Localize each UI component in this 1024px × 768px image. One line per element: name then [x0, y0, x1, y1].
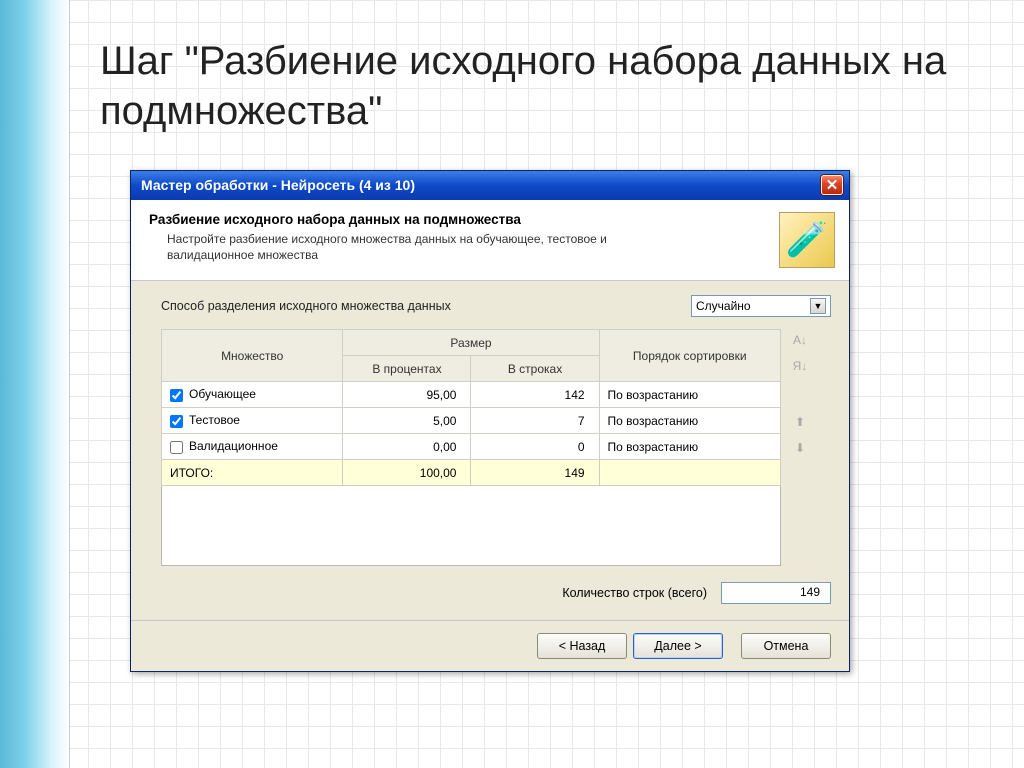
cell-set[interactable]: Валидационное	[162, 434, 343, 460]
close-icon: ✕	[826, 178, 839, 193]
slide-left-stripe	[0, 0, 70, 768]
cell-rows[interactable]: 142	[471, 382, 599, 408]
close-button[interactable]: ✕	[821, 175, 843, 195]
row-checkbox-validation[interactable]	[170, 441, 183, 454]
col-set: Множество	[162, 330, 343, 382]
dialog-window: Мастер обработки - Нейросеть (4 из 10) ✕…	[130, 170, 850, 672]
dialog-body: Разбиение исходного набора данных на под…	[131, 200, 849, 671]
back-button[interactable]: < Назад	[537, 633, 627, 659]
col-pct: В процентах	[343, 356, 471, 382]
chevron-down-icon: ▼	[810, 298, 826, 314]
window-title: Мастер обработки - Нейросеть (4 из 10)	[141, 177, 415, 193]
pipe-icon: 🧪	[786, 220, 828, 260]
move-up-button[interactable]: ⬆	[791, 413, 809, 431]
empty-list-area	[161, 486, 781, 566]
cell-rows[interactable]: 0	[471, 434, 599, 460]
table-row: Обучающее 95,00 142 По возрастанию	[162, 382, 781, 408]
total-count-value: 149	[721, 582, 831, 604]
wizard-header: Разбиение исходного набора данных на под…	[131, 200, 849, 281]
slide-title: Шаг "Разбиение исходного набора данных н…	[100, 36, 984, 136]
split-method-row: Способ разделения исходного множества да…	[161, 295, 831, 317]
total-label: ИТОГО:	[162, 460, 343, 486]
split-method-select[interactable]: Случайно ▼	[691, 295, 831, 317]
cancel-button[interactable]: Отмена	[741, 633, 831, 659]
split-method-label: Способ разделения исходного множества да…	[161, 299, 677, 313]
side-buttons: A↓ Я↓ ⬆ ⬇	[791, 329, 809, 566]
col-size: Размер	[343, 330, 599, 356]
cell-pct[interactable]: 5,00	[343, 408, 471, 434]
cell-order[interactable]: По возрастанию	[599, 408, 780, 434]
cell-pct[interactable]: 95,00	[343, 382, 471, 408]
total-count-row: Количество строк (всего) 149	[161, 582, 831, 604]
row-checkbox-test[interactable]	[170, 415, 183, 428]
total-pct: 100,00	[343, 460, 471, 486]
total-rows: 149	[471, 460, 599, 486]
total-order-empty	[599, 460, 780, 486]
wizard-step-subtitle: Настройте разбиение исходного множества …	[149, 231, 619, 263]
cell-order[interactable]: По возрастанию	[599, 382, 780, 408]
wizard-footer: < Назад Далее > Отмена	[131, 620, 849, 671]
next-button[interactable]: Далее >	[633, 633, 723, 659]
row-checkbox-train[interactable]	[170, 389, 183, 402]
split-table: Множество Размер Порядок сортировки В пр…	[161, 329, 781, 486]
wizard-step-icon: 🧪	[779, 212, 835, 268]
sort-desc-button[interactable]: Я↓	[791, 357, 809, 375]
title-bar[interactable]: Мастер обработки - Нейросеть (4 из 10) ✕	[131, 171, 849, 200]
sort-asc-button[interactable]: A↓	[791, 331, 809, 349]
wizard-content: Способ разделения исходного множества да…	[131, 281, 849, 620]
table-row: Валидационное 0,00 0 По возрастанию	[162, 434, 781, 460]
wizard-step-title: Разбиение исходного набора данных на под…	[149, 212, 769, 227]
split-method-value: Случайно	[696, 299, 751, 313]
side-spacer	[791, 383, 809, 405]
cell-order[interactable]: По возрастанию	[599, 434, 780, 460]
cell-rows[interactable]: 7	[471, 408, 599, 434]
col-order: Порядок сортировки	[599, 330, 780, 382]
total-count-label: Количество строк (всего)	[562, 586, 707, 600]
col-rows: В строках	[471, 356, 599, 382]
move-down-button[interactable]: ⬇	[791, 439, 809, 457]
cell-pct[interactable]: 0,00	[343, 434, 471, 460]
cell-set[interactable]: Тестовое	[162, 408, 343, 434]
cell-set[interactable]: Обучающее	[162, 382, 343, 408]
table-row: Тестовое 5,00 7 По возрастанию	[162, 408, 781, 434]
table-row-total: ИТОГО: 100,00 149	[162, 460, 781, 486]
